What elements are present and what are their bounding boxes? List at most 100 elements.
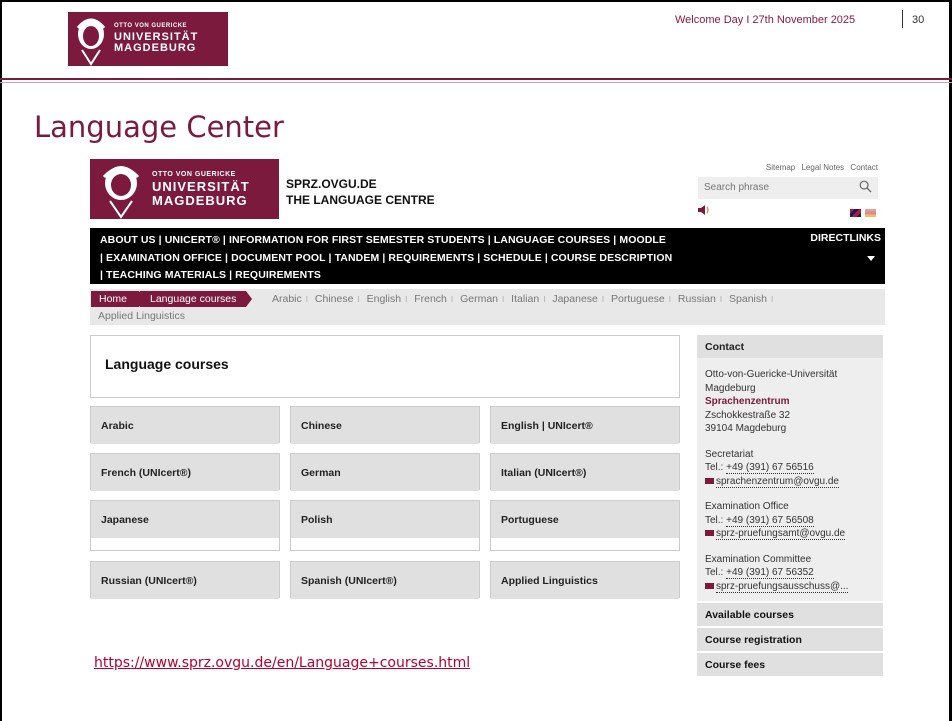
- course-tile-portuguese[interactable]: Portuguese: [490, 500, 680, 551]
- course-tile-applied-linguistics[interactable]: Applied Linguistics: [490, 561, 680, 599]
- breadcrumb-item[interactable]: Arabic: [272, 293, 302, 305]
- breadcrumb-current[interactable]: Language courses: [140, 291, 253, 307]
- tile-label: Russian (UNIcert®): [91, 562, 279, 599]
- course-registration-button[interactable]: Course registration: [697, 628, 883, 651]
- breadcrumb-item[interactable]: English: [367, 293, 401, 305]
- exam-committee-email-link[interactable]: sprz-pruefungsausschuss@...: [716, 580, 849, 593]
- exam-committee-label: Examination Committee: [705, 553, 812, 565]
- language-courses-url-link[interactable]: https://www.sprz.ovgu.de/en/Language+cou…: [94, 655, 470, 671]
- nav-line-3[interactable]: | TEACHING MATERIALS | REQUIREMENTS: [100, 267, 672, 285]
- breadcrumb-item[interactable]: Italian: [511, 293, 539, 305]
- contact-dept: Sprachenzentrum: [705, 396, 790, 407]
- mail-icon: [705, 582, 714, 589]
- breadcrumb-item[interactable]: Portuguese: [611, 293, 665, 305]
- tile-label: Portuguese: [491, 501, 679, 538]
- tile-label: English | UNIcert®: [491, 407, 679, 444]
- course-tile-spanish[interactable]: Spanish (UNIcert®): [290, 561, 480, 599]
- mail-icon: [705, 477, 714, 484]
- slide-page-number: 30: [912, 14, 925, 26]
- tel-label: Tel.:: [705, 514, 724, 526]
- breadcrumb-item[interactable]: French: [414, 293, 447, 305]
- breadcrumb-item[interactable]: Chinese: [315, 293, 354, 305]
- slide-title: Language Center: [34, 110, 284, 144]
- site-logo[interactable]: OTTO VON GUERICKE UNIVERSITÄT MAGDEBURG: [90, 159, 279, 219]
- tile-label: Applied Linguistics: [491, 562, 679, 599]
- course-tile-french[interactable]: French (UNIcert®): [90, 453, 280, 491]
- nav-line-1[interactable]: ABOUT US | UNICERT® | INFORMATION FOR FI…: [100, 232, 672, 250]
- contact-uni-line1: Otto-von-Guericke-Universität: [705, 369, 838, 380]
- breadcrumb-language-list: Arabic I Chinese I English I French I German…: [272, 293, 774, 305]
- directlinks-menu[interactable]: DIRECTLINKS: [810, 232, 881, 244]
- site-logo-line2: UNIVERSITÄT: [152, 179, 250, 195]
- english-flag-icon[interactable]: [850, 209, 861, 217]
- breadcrumb-item[interactable]: Spanish: [729, 293, 767, 305]
- speaker-icon[interactable]: [698, 205, 710, 215]
- course-tile-polish[interactable]: Polish: [290, 500, 480, 551]
- tile-label: Arabic: [91, 407, 279, 444]
- university-logo: OTTO VON GUERICKE UNIVERSITÄT MAGDEBURG: [68, 12, 228, 66]
- search-input[interactable]: [698, 178, 848, 197]
- german-flag-icon[interactable]: [865, 209, 876, 217]
- panel-heading: Language courses: [105, 356, 229, 372]
- available-courses-button[interactable]: Available courses: [697, 603, 883, 626]
- tile-label: Japanese: [91, 501, 279, 538]
- search-icon[interactable]: [859, 180, 872, 193]
- tile-label: Chinese: [291, 407, 479, 444]
- breadcrumb-item[interactable]: German: [460, 293, 498, 305]
- tile-label: French (UNIcert®): [91, 454, 279, 491]
- nav-line-2[interactable]: | EXAMINATION OFFICE | DOCUMENT POOL | T…: [100, 250, 672, 268]
- course-tile-arabic[interactable]: Arabic: [90, 406, 280, 444]
- breadcrumb: Home Language courses Arabic I Chinese I E…: [90, 289, 885, 325]
- header-divider: [0, 78, 952, 80]
- website-screenshot: OTTO VON GUERICKE UNIVERSITÄT MAGDEBURG …: [90, 155, 885, 721]
- contact-uni-line2: Magdeburg: [705, 382, 756, 394]
- course-tile-english[interactable]: English | UNIcert®: [490, 406, 680, 444]
- chevron-down-icon[interactable]: [867, 256, 875, 261]
- main-navigation: ABOUT US | UNICERT® | INFORMATION FOR FI…: [90, 228, 885, 284]
- slide-separator: [902, 10, 903, 28]
- utility-links: Sitemap Legal Notes Contact: [762, 163, 878, 172]
- site-brand-name: THE LANGUAGE CENTRE: [286, 192, 435, 207]
- site-brand: SPRZ.OVGU.DE THE LANGUAGE CENTRE: [286, 177, 435, 208]
- exam-committee-phone-link[interactable]: +49 (391) 67 56352: [726, 567, 814, 579]
- site-logo-line3: MAGDEBURG: [152, 192, 248, 208]
- logo-line3: MAGDEBURG: [114, 42, 197, 55]
- slide-date: Welcome Day I 27th November 2025: [675, 14, 856, 26]
- contact-street: Zschokkestraße 32: [705, 409, 791, 421]
- breadcrumb-item[interactable]: Japanese: [552, 293, 598, 305]
- course-fees-button[interactable]: Course fees: [697, 653, 883, 676]
- slide-top-border: [0, 0, 952, 2]
- exam-office-phone-link[interactable]: +49 (391) 67 56508: [726, 514, 814, 527]
- contact-details: Otto-von-Guericke-Universität Magdeburg …: [697, 358, 883, 601]
- site-logo-line1: OTTO VON GUERICKE: [152, 170, 236, 178]
- language-courses-panel: Language courses: [90, 335, 680, 398]
- breadcrumb-item[interactable]: Applied Linguistics: [98, 310, 185, 322]
- secretariat-email-link[interactable]: sprachenzentrum@ovgu.de: [716, 475, 839, 488]
- course-tile-chinese[interactable]: Chinese: [290, 406, 480, 444]
- sitemap-link[interactable]: Sitemap: [766, 163, 795, 172]
- secretariat-label: Secretariat: [705, 448, 754, 460]
- site-brand-domain: SPRZ.OVGU.DE: [286, 177, 377, 191]
- contact-link[interactable]: Contact: [850, 163, 878, 172]
- search-box: [698, 177, 878, 199]
- course-tile-italian[interactable]: Italian (UNIcert®): [490, 453, 680, 491]
- mail-icon: [705, 530, 714, 537]
- exam-office-label: Examination Office: [705, 501, 789, 512]
- course-tile-german[interactable]: German: [290, 453, 480, 491]
- secretariat-phone-link[interactable]: +49 (391) 67 56516: [726, 462, 814, 474]
- breadcrumb-item[interactable]: Russian: [678, 293, 716, 305]
- tile-label: Polish: [291, 501, 479, 538]
- logo-line1: OTTO VON GUERICKE: [114, 23, 188, 30]
- guericke-portrait-icon: [90, 159, 152, 219]
- legal-notes-link[interactable]: Legal Notes: [801, 163, 844, 172]
- exam-office-email-link[interactable]: sprz-pruefungsamt@ovgu.de: [716, 528, 846, 540]
- course-tile-russian[interactable]: Russian (UNIcert®): [90, 561, 280, 599]
- tile-label: Italian (UNIcert®): [491, 454, 679, 491]
- tel-label: Tel.:: [705, 462, 724, 473]
- tile-label: Spanish (UNIcert®): [291, 562, 479, 599]
- header-divider-thin: [0, 82, 952, 83]
- breadcrumb-home[interactable]: Home: [91, 291, 146, 307]
- course-tile-japanese[interactable]: Japanese: [90, 500, 280, 551]
- guericke-portrait-icon: [68, 12, 114, 66]
- contact-sidebar: Contact Otto-von-Guericke-Universität Ma…: [697, 335, 883, 721]
